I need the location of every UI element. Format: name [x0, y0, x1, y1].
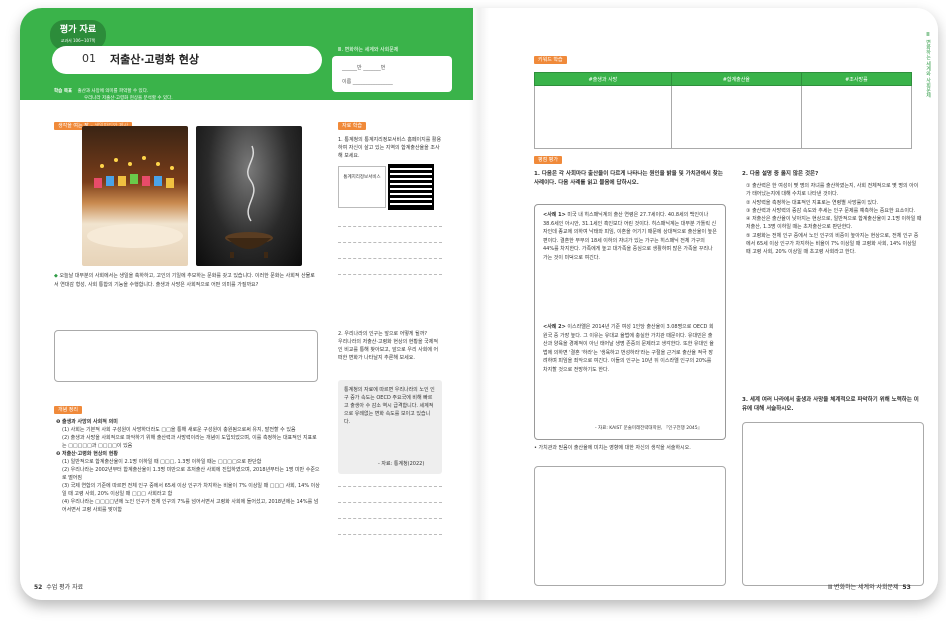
q2-option-1[interactable]: ① 출산력은 한 여성이 몇 명의 자녀를 출산하였는지, 사회 전체적으로 몇…	[746, 182, 922, 199]
section-material-label: 자료 학습	[342, 123, 362, 129]
material-2: 2. 우리나라의 인구는 앞으로 어떻게 될까? 우리나라의 저출산·고령화 현…	[338, 330, 442, 362]
left-page: 평가 자료 교과서 106~107쪽 01 저출산·고령화 현상 Ⅲ. 변화하는…	[20, 8, 479, 600]
qr-code-icon[interactable]	[388, 164, 434, 210]
goals-label: 학습 목표	[54, 89, 73, 94]
case-1: <사례 1> 미국 내 히스패닉계의 출산 연령은 27.7세이다. 40.8세…	[543, 211, 717, 262]
case-2-body: 이스라엘은 2014년 기준 여성 1인당 출산율이 3.08명으로 OECD …	[543, 324, 714, 373]
goal-1: 출산과 사망에 의미를 파악할 수 있다.	[77, 89, 149, 94]
right-page-footer: Ⅲ 변화하는 세계와 사회문제 53	[828, 582, 911, 591]
question-3-answer-box[interactable]	[742, 422, 924, 586]
section-concept-chip: 개념 정리	[54, 406, 82, 414]
lesson-header: 평가 자료 교과서 106~107쪽 01 저출산·고령화 현상 Ⅲ. 변화하는…	[20, 8, 473, 102]
material-1: 1. 통계청의 통계지리정보서비스 홈페이지를 활용하여 자신이 살고 있는 지…	[338, 137, 442, 159]
qr-label: 통계지리정보서비스	[343, 175, 381, 180]
section-keyword-label: 키워드 학습	[538, 57, 563, 63]
question-2: 2. 다음 설명 중 옳지 않은 것은?	[742, 171, 819, 177]
unit-label: Ⅲ. 변화하는 세계와 사회문제	[338, 47, 399, 53]
right-footer-text: Ⅲ 변화하는 세계와 사회문제	[828, 584, 899, 591]
goal-2: 우리나라 저출산·고령화 현상을 분석할 수 있다.	[84, 96, 173, 101]
concept-1-item-2: (2) 출생과 사망을 사회적으로 파악하기 위해 출산력과 사망력이라는 개념…	[62, 435, 317, 449]
lesson-number: 01	[82, 52, 96, 65]
main-answer-box[interactable]	[54, 330, 318, 382]
question-1: 1. 다음은 각 사회마다 출산율이 다르게 나타나는 원인을 밝을 및 가치관…	[534, 171, 723, 186]
answer-line-3	[338, 258, 442, 259]
eval-tag-sub: 교과서 106~107쪽	[60, 38, 96, 43]
concept-2-item-4: (4) 우리나라는 □□□□년에 노인 인구가 전체 인구의 7%를 넘어서면서…	[62, 499, 319, 513]
answer-line-4	[338, 274, 442, 275]
q2-option-4[interactable]: ④ 저출산은 출산율이 낮아지는 현상으로, 일반적으로 합계출산율이 2.1명…	[746, 215, 922, 232]
incense-burner-icon	[225, 145, 273, 258]
concept-2-item-3: (3) 국제 연합의 기준에 따르면 전체 인구 중에서 65세 이상 인구가 …	[62, 483, 320, 497]
material-2-title: 2. 우리나라의 인구는 앞으로 어떻게 될까?	[338, 331, 427, 337]
cake-candles-icon	[87, 156, 183, 248]
lesson-title: 저출산·고령화 현상	[110, 53, 199, 66]
question-1-sub: • 가치관과 믿음이 출산율에 미치는 영향에 대한 자신의 생각을 서술하시오…	[534, 445, 691, 451]
keyword-cell-1[interactable]	[534, 85, 672, 149]
left-page-footer: 52 수업 평가 자료	[34, 582, 83, 591]
case-2-source: - 자료: KAIST 문술미래전략대학원, 『인구전쟁 2045』	[595, 426, 703, 431]
concept-2-item-1: (1) 일반적으로 합계출산율이 2.1명 이하일 때 □□□, 1.3명 이하…	[62, 459, 262, 465]
concept-2-title: ❷ 저출산·고령화 현상의 현황	[56, 451, 118, 457]
concept-2-item-2: (2) 우리나라는 2002년부터 합계출산율이 1.3명 미만으로 초저출산 …	[62, 467, 320, 481]
left-footer-text: 수업 평가 자료	[46, 584, 84, 591]
keyword-header-3: #조사망률	[800, 72, 913, 86]
section-eval-chip: 평점 평가	[534, 156, 562, 164]
birthday-cake-photo	[82, 126, 188, 266]
answer-line-8	[338, 534, 442, 535]
q2-option-2[interactable]: ② 사망력을 측정하는 대표적인 지표로는 연령별 사망률이 있다.	[746, 199, 922, 207]
keyword-cell-2[interactable]	[670, 85, 802, 149]
stat-note-text: 통계청의 자료에 따르면 우리나라의 노인 인구 증가 속도는 OECD 주요국…	[344, 387, 435, 425]
q2-option-3[interactable]: ③ 출산력과 사망력의 증감 속도와 추세는 인구 문제를 예측하는 중요한 요…	[746, 207, 922, 215]
case-2-title: <사례 2>	[543, 324, 566, 330]
concept-1-title: ❶ 출생과 사망의 사회적 의미	[56, 419, 118, 425]
concept-summary: ❶ 출생과 사망의 사회적 의미 (1) 사회는 기본적 사회 구성원이 사망하…	[56, 418, 320, 514]
main-question: ◆ 오늘날 대부분의 사회에서는 생일을 축하하고, 고인의 기일에 추모하는 …	[54, 272, 316, 289]
material-2-body: 우리나라의 저출산·고령화 현상의 현황을 국제적인 비교를 통해 찾아보고, …	[338, 339, 439, 361]
name-box: ______반 _______번 이름 ________________	[332, 56, 452, 92]
case-2: <사례 2> 이스라엘은 2014년 기준 여성 1인당 출산율이 3.08명으…	[543, 323, 717, 374]
keyword-cell-3[interactable]	[800, 85, 913, 149]
answer-line-7	[338, 518, 442, 519]
question-1-answer-box[interactable]	[534, 466, 726, 586]
chapter-sidebar: Ⅲ 변화하는 세계와 사회문제	[925, 32, 931, 98]
eval-tag-label: 평가 자료	[59, 25, 97, 35]
case-1-title: <사례 1>	[543, 212, 566, 218]
keyword-header-2: #합계출산율	[670, 72, 802, 86]
answer-line-6	[338, 502, 442, 503]
concept-1-item-1: (1) 사회는 기본적 사회 구성원이 사망하더라도 □□을 통해 새로운 구성…	[62, 427, 296, 433]
lesson-title-box: 01 저출산·고령화 현상	[52, 46, 322, 74]
name-field: 이름 ________________	[342, 79, 393, 85]
section-concept-label: 개념 정리	[58, 407, 78, 413]
incense-burner-photo	[196, 126, 302, 266]
question-2-options: ① 출산력은 한 여성이 몇 명의 자녀를 출산하였는지, 사회 전체적으로 몇…	[746, 182, 922, 257]
section-material-chip: 자료 학습	[338, 122, 366, 130]
section-eval-label: 평점 평가	[538, 157, 558, 163]
qr-label-box	[338, 166, 386, 208]
q2-option-5[interactable]: ⑤ 고령화는 전체 인구 중에서 노인 인구의 비중이 높아지는 현상으로, 전…	[746, 232, 922, 257]
stat-note-box: 통계청의 자료에 따르면 우리나라의 노인 인구 증가 속도는 OECD 주요국…	[338, 380, 442, 474]
book-fold	[469, 8, 489, 600]
book-spread: 평가 자료 교과서 106~107쪽 01 저출산·고령화 현상 Ⅲ. 변화하는…	[20, 8, 938, 600]
answer-line-2	[338, 242, 442, 243]
case-1-body: 미국 내 히스패닉계의 출산 연령은 27.7세이다. 40.8세의 백인이나 …	[543, 212, 717, 261]
left-page-number: 52	[34, 584, 43, 591]
main-question-text: 오늘날 대부분의 사회에서는 생일을 축하하고, 고인의 기일에 추모하는 문화…	[54, 273, 315, 288]
keyword-table: #출생과 사망 #합계출산율 #조사망률	[534, 72, 913, 149]
case-box: <사례 1> 미국 내 히스패닉계의 출산 연령은 27.7세이다. 40.8세…	[534, 204, 726, 440]
answer-line-5	[338, 486, 442, 487]
right-page-number: 53	[902, 584, 911, 591]
stat-note-source: - 자료: 통계청(2022)	[378, 461, 425, 467]
answer-line-1	[338, 226, 442, 227]
class-field: ______반 _______번	[342, 65, 386, 71]
keyword-header-1: #출생과 사망	[534, 72, 672, 86]
question-3: 3. 세계 여러 나라에서 출생과 사망을 체계적으로 파악하기 위해 노력하는…	[742, 397, 919, 412]
section-keyword-chip: 키워드 학습	[534, 56, 567, 64]
learning-goals: 학습 목표 출산과 사망에 의미를 파악할 수 있다. 우리나라 저출산·고령화…	[54, 88, 173, 102]
